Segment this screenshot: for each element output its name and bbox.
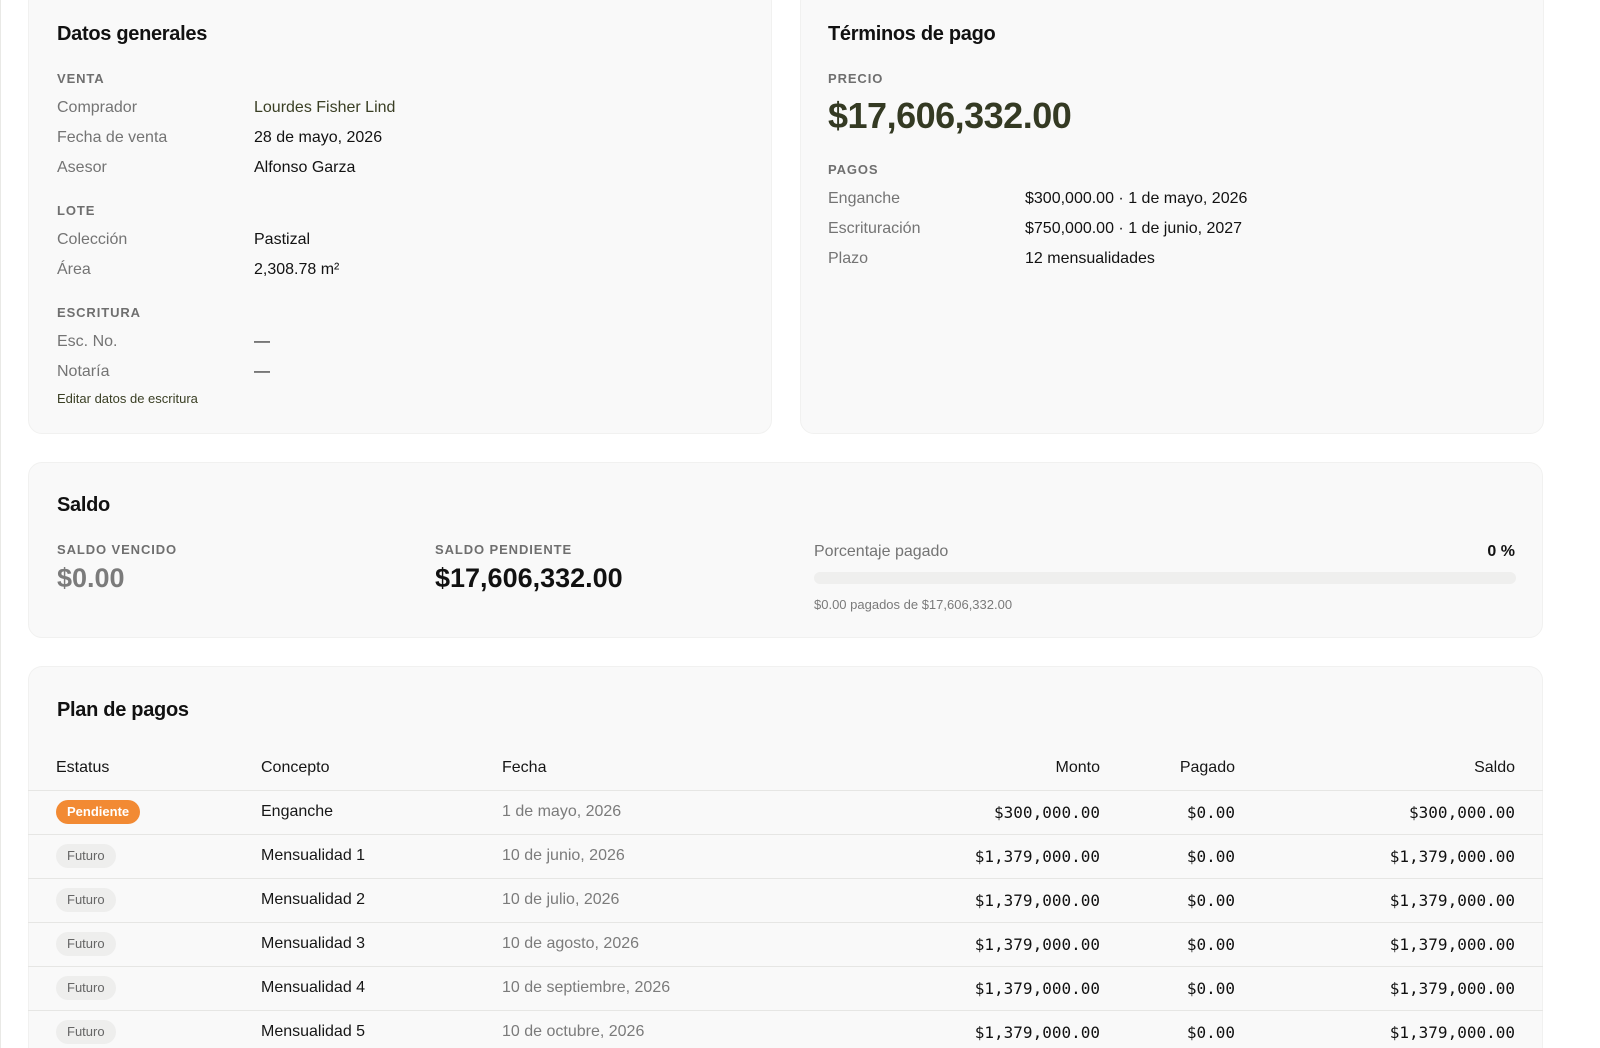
date-cell: 1 de mayo, 2026 xyxy=(502,803,622,820)
paid-cell: $0.00 xyxy=(1186,1023,1235,1042)
column-header-paid: Pagado xyxy=(1179,759,1235,776)
amount-cell: $1,379,000.00 xyxy=(974,979,1100,998)
pending-balance-label: SALDO PENDIENTE xyxy=(435,542,573,557)
concept-cell: Enganche xyxy=(261,803,334,820)
payment-terms-title: Términos de pago xyxy=(828,23,996,45)
general-data-card: Datos generales VENTA Comprador Lourdes … xyxy=(28,0,772,434)
date-cell: 10 de septiembre, 2026 xyxy=(502,979,671,996)
paid-progress-bar xyxy=(814,572,1516,584)
down-payment-value: $300,000.00 · 1 de mayo, 2026 xyxy=(1025,190,1248,207)
concept-cell: Mensualidad 3 xyxy=(261,935,366,952)
date-cell: 10 de julio, 2026 xyxy=(502,891,620,908)
paid-progress-caption: $0.00 pagados de $17,606,332.00 xyxy=(814,597,1013,612)
pending-balance-value: $17,606,332.00 xyxy=(435,563,623,593)
table-row[interactable]: Futuro Mensualidad 3 10 de agosto, 2026 $1,… xyxy=(28,922,1543,966)
collection-label: Colección xyxy=(57,231,128,248)
collection-value: Pastizal xyxy=(254,231,311,248)
payment-terms-card: Términos de pago PRECIO $17,606,332.00 P… xyxy=(800,0,1544,434)
balance-cell: $1,379,000.00 xyxy=(1389,847,1515,866)
amount-cell: $1,379,000.00 xyxy=(974,891,1100,910)
table-row[interactable]: Futuro Mensualidad 1 10 de junio, 2026 $1,3… xyxy=(28,834,1543,878)
balance-title: Saldo xyxy=(57,494,110,516)
sale-date-value: 28 de mayo, 2026 xyxy=(254,129,383,146)
table-row[interactable]: Futuro Mensualidad 4 10 de septiembre, 202… xyxy=(28,966,1543,1010)
deed-number-label: Esc. No. xyxy=(57,333,118,350)
price-value: $17,606,332.00 xyxy=(828,95,1072,136)
term-value: 12 mensualidades xyxy=(1025,250,1155,267)
deed-payment-label: Escrituración xyxy=(828,220,921,237)
date-cell: 10 de agosto, 2026 xyxy=(502,935,640,952)
paid-cell: $0.00 xyxy=(1186,803,1235,822)
concept-cell: Mensualidad 5 xyxy=(261,1023,366,1040)
balance-cell: $300,000.00 xyxy=(1409,803,1515,822)
status-badge: Futuro xyxy=(56,976,116,1000)
balance-cell: $1,379,000.00 xyxy=(1389,979,1515,998)
status-badge: Futuro xyxy=(56,932,116,956)
payment-plan-title: Plan de pagos xyxy=(57,699,189,721)
advisor-label: Asesor xyxy=(57,159,107,176)
paid-percentage-label: Porcentaje pagado xyxy=(814,543,949,560)
paid-cell: $0.00 xyxy=(1186,935,1235,954)
sale-date-label: Fecha de venta xyxy=(57,129,168,146)
term-label: Plazo xyxy=(828,250,869,267)
table-row[interactable]: Futuro Mensualidad 5 10 de octubre, 2026 $1… xyxy=(28,1010,1543,1048)
deed-number-value: — xyxy=(254,333,270,350)
area-label: Área xyxy=(57,261,91,278)
concept-cell: Mensualidad 2 xyxy=(261,891,366,908)
status-badge: Futuro xyxy=(56,1020,116,1044)
down-payment-label: Enganche xyxy=(828,190,901,207)
buyer-label: Comprador xyxy=(57,99,138,116)
column-header-date: Fecha xyxy=(502,759,547,776)
edit-deed-link[interactable]: Editar datos de escritura xyxy=(57,391,198,406)
notary-value: — xyxy=(254,363,270,380)
table-row[interactable]: Futuro Mensualidad 2 10 de julio, 2026 $1,3… xyxy=(28,878,1543,922)
payments-label: PAGOS xyxy=(828,162,879,177)
area-value: 2,308.78 m² xyxy=(254,261,340,278)
concept-cell: Mensualidad 4 xyxy=(261,979,366,996)
general-data-title: Datos generales xyxy=(57,23,208,45)
deed-payment-value: $750,000.00 · 1 de junio, 2027 xyxy=(1025,220,1243,237)
paid-cell: $0.00 xyxy=(1186,891,1235,910)
amount-cell: $1,379,000.00 xyxy=(974,1023,1100,1042)
balance-card: Saldo SALDO VENCIDO $0.00 SALDO PENDIENT… xyxy=(28,462,1543,638)
paid-cell: $0.00 xyxy=(1186,979,1235,998)
overdue-balance-value: $0.00 xyxy=(57,563,125,593)
amount-cell: $1,379,000.00 xyxy=(974,935,1100,954)
status-badge: Pendiente xyxy=(56,800,141,824)
date-cell: 10 de junio, 2026 xyxy=(502,847,625,864)
status-badge: Futuro xyxy=(56,888,116,912)
price-label: PRECIO xyxy=(828,71,884,86)
concept-cell: Mensualidad 1 xyxy=(261,847,366,864)
column-header-status: Estatus xyxy=(56,759,110,776)
balance-cell: $1,379,000.00 xyxy=(1389,1023,1515,1042)
amount-cell: $1,379,000.00 xyxy=(974,847,1100,866)
balance-cell: $1,379,000.00 xyxy=(1389,935,1515,954)
amount-cell: $300,000.00 xyxy=(994,803,1100,822)
status-badge: Futuro xyxy=(56,844,116,868)
overdue-balance-label: SALDO VENCIDO xyxy=(57,542,178,557)
advisor-value: Alfonso Garza xyxy=(254,159,356,176)
column-header-balance: Saldo xyxy=(1474,759,1515,776)
date-cell: 10 de octubre, 2026 xyxy=(502,1023,645,1040)
venta-section-label: VENTA xyxy=(57,71,105,86)
lote-section-label: LOTE xyxy=(57,203,96,218)
balance-cell: $1,379,000.00 xyxy=(1389,891,1515,910)
column-header-amount: Monto xyxy=(1055,759,1100,776)
column-header-concept: Concepto xyxy=(261,759,330,776)
page-left-border xyxy=(0,0,1,1048)
notary-label: Notaría xyxy=(57,363,110,380)
table-row[interactable]: Pendiente Enganche 1 de mayo, 2026 $300,000… xyxy=(28,790,1543,834)
escritura-section-label: ESCRITURA xyxy=(57,305,141,320)
buyer-link[interactable]: Lourdes Fisher Lind xyxy=(254,99,395,117)
paid-percentage-value: 0 % xyxy=(1487,543,1515,560)
paid-cell: $0.00 xyxy=(1186,847,1235,866)
